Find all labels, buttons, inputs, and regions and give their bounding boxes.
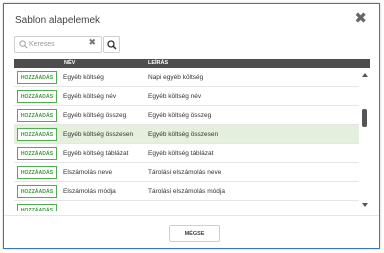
- search-icon: [107, 40, 117, 50]
- table-scrollbar[interactable]: [360, 68, 370, 211]
- row-name: Egyéb költség: [63, 74, 104, 81]
- table-row: HOZZÁADÁS Egyéb költség táblázat Egyéb k…: [14, 144, 359, 163]
- close-icon[interactable]: ✖: [354, 8, 367, 28]
- row-name: Egyéb költség táblázat: [63, 150, 129, 157]
- search-field[interactable]: ✖: [14, 36, 102, 53]
- row-name: Egyéb költség összeg: [63, 112, 127, 119]
- search-input[interactable]: [29, 38, 87, 51]
- row-name: Elszámolás módja: [63, 188, 116, 195]
- cancel-button[interactable]: MÉGSE: [169, 225, 220, 242]
- add-button[interactable]: HOZZÁADÁS: [17, 147, 57, 160]
- table-row-highlighted: HOZZÁADÁS Egyéb költség összesen Egyéb k…: [14, 125, 359, 144]
- table-body: HOZZÁADÁS Egyéb költség Napi egyéb költs…: [14, 68, 359, 211]
- row-description: Egyéb költség összeg: [148, 112, 212, 119]
- row-name: Egyéb költség név: [63, 93, 117, 100]
- search-icon: [19, 40, 28, 49]
- row-description: Tárolási elszámolás módja: [148, 188, 225, 195]
- row-name: Egyéb költség összesen: [63, 131, 134, 138]
- table-header: NÉV LEÍRÁS: [14, 59, 370, 68]
- scroll-down-arrow-icon[interactable]: [362, 203, 368, 207]
- table-row: HOZZÁADÁS Egyéb költség összeg Egyéb köl…: [14, 106, 359, 125]
- table-row: HOZZÁADÁS: [14, 201, 359, 211]
- table-row: HOZZÁADÁS Egyéb költség Napi egyéb költs…: [14, 68, 359, 87]
- row-description: Tárolási elszámolás neve: [148, 169, 222, 176]
- table-row: HOZZÁADÁS Egyéb költség név Egyéb költsé…: [14, 87, 359, 106]
- add-button[interactable]: HOZZÁADÁS: [17, 166, 57, 179]
- add-button[interactable]: HOZZÁADÁS: [17, 204, 57, 211]
- row-description: Napi egyéb költség: [148, 74, 204, 81]
- add-button[interactable]: HOZZÁADÁS: [17, 90, 57, 103]
- row-name: Elszámolás neve: [63, 169, 113, 176]
- add-button[interactable]: HOZZÁADÁS: [17, 109, 57, 122]
- row-description: Egyéb költség összesen: [148, 131, 219, 138]
- footer-divider: [4, 215, 379, 216]
- add-button[interactable]: HOZZÁADÁS: [17, 71, 57, 84]
- add-button[interactable]: HOZZÁADÁS: [17, 185, 57, 198]
- column-header-name: NÉV: [64, 60, 76, 66]
- clear-search-icon[interactable]: ✖: [88, 38, 96, 48]
- search-button[interactable]: [103, 36, 120, 53]
- scrollbar-thumb[interactable]: [362, 109, 367, 127]
- template-elements-dialog: Sablon alapelemek ✖ ✖ NÉV LEÍRÁS HOZZÁAD…: [3, 3, 380, 249]
- dialog-title: Sablon alapelemek: [15, 15, 101, 26]
- column-header-description: LEÍRÁS: [148, 60, 169, 66]
- table-row: HOZZÁADÁS Elszámolás módja Tárolási elsz…: [14, 182, 359, 201]
- table-row: HOZZÁADÁS Elszámolás neve Tárolási elszá…: [14, 163, 359, 182]
- row-description: Egyéb költség táblázat: [148, 150, 214, 157]
- row-description: Egyéb költség név: [148, 93, 202, 100]
- scroll-up-arrow-icon[interactable]: [362, 73, 368, 77]
- add-button[interactable]: HOZZÁADÁS: [17, 128, 57, 141]
